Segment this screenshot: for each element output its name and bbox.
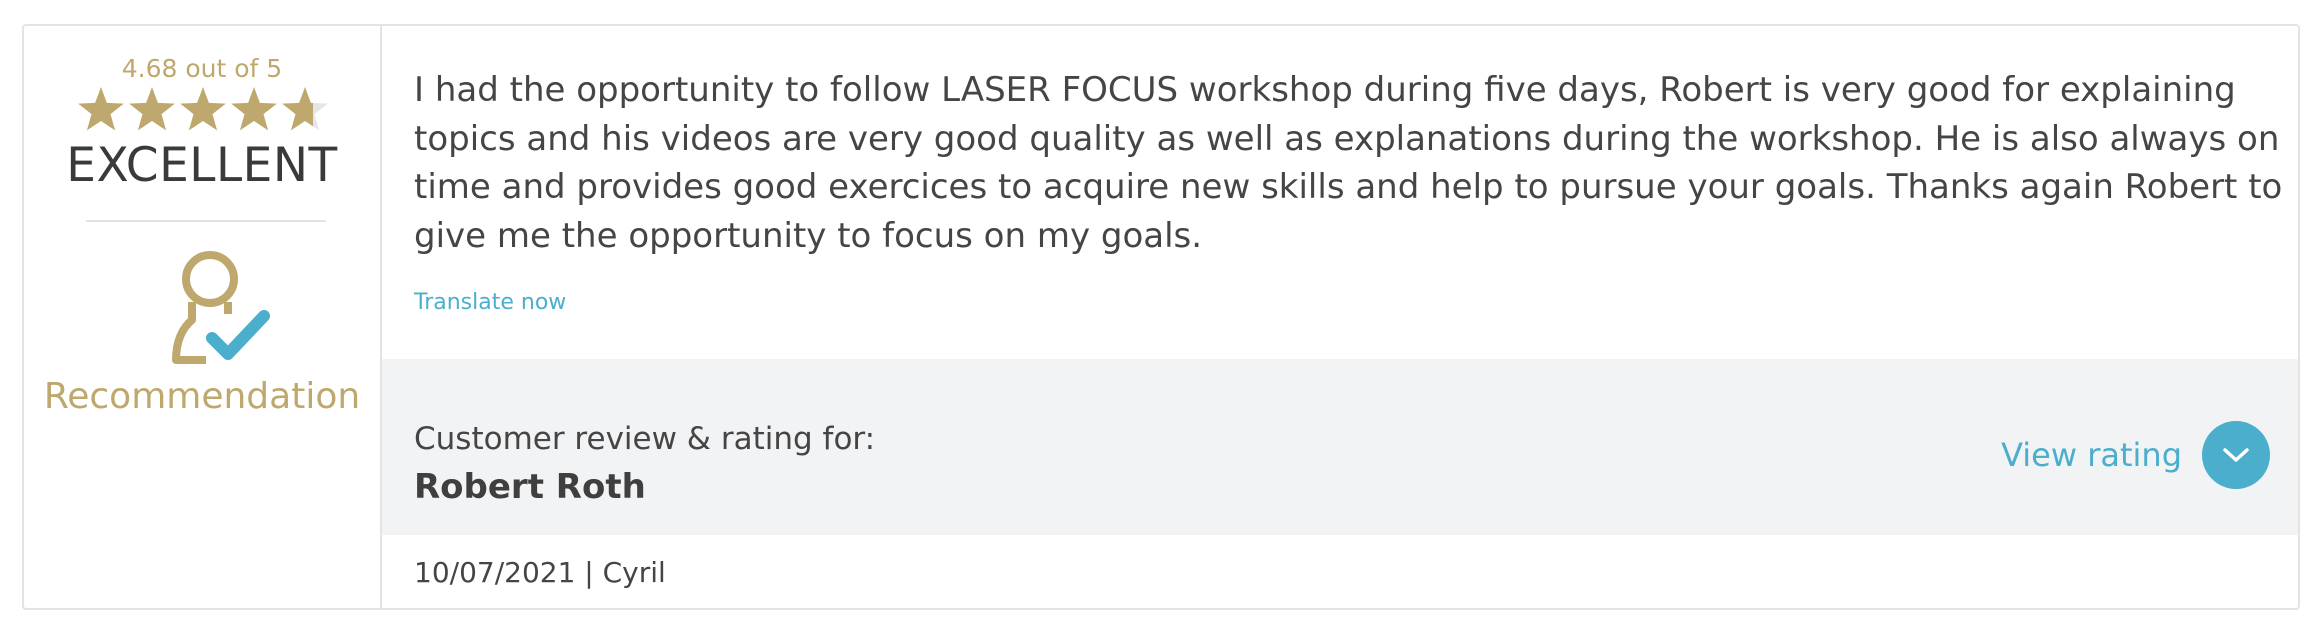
recommendation-label: Recommendation — [43, 376, 361, 417]
view-rating-button[interactable]: View rating — [2001, 421, 2270, 489]
review-date-author: 10/07/2021 | Cyril — [414, 556, 666, 589]
stars-graphic — [78, 87, 328, 131]
rating-panel: 4.68 out of 5 EXCELLENT Recommendation — [24, 26, 382, 608]
view-rating-label[interactable]: View rating — [2001, 436, 2182, 474]
translate-now-link[interactable]: Translate now — [414, 290, 566, 315]
review-panel: I had the opportunity to follow LASER FO… — [382, 26, 2298, 608]
rating-score-text: 4.68 out of 5 — [121, 54, 283, 83]
star-icon — [282, 87, 328, 131]
star-icon — [129, 87, 175, 131]
divider — [86, 220, 326, 222]
rating-verdict: EXCELLENT — [66, 138, 338, 193]
star-icon — [231, 87, 277, 131]
chevron-down-icon[interactable] — [2202, 421, 2270, 489]
review-text: I had the opportunity to follow LASER FO… — [414, 70, 2283, 256]
review-card: 4.68 out of 5 EXCELLENT Recommendation I… — [22, 24, 2300, 610]
subject-name: Robert Roth — [414, 467, 646, 507]
star-rating — [78, 84, 328, 136]
subject-band: Customer review & rating for: Robert Rot… — [382, 359, 2298, 535]
star-icon — [78, 87, 124, 131]
person-check-icon — [166, 246, 276, 368]
star-icon — [180, 87, 226, 131]
subject-label: Customer review & rating for: — [414, 421, 876, 457]
